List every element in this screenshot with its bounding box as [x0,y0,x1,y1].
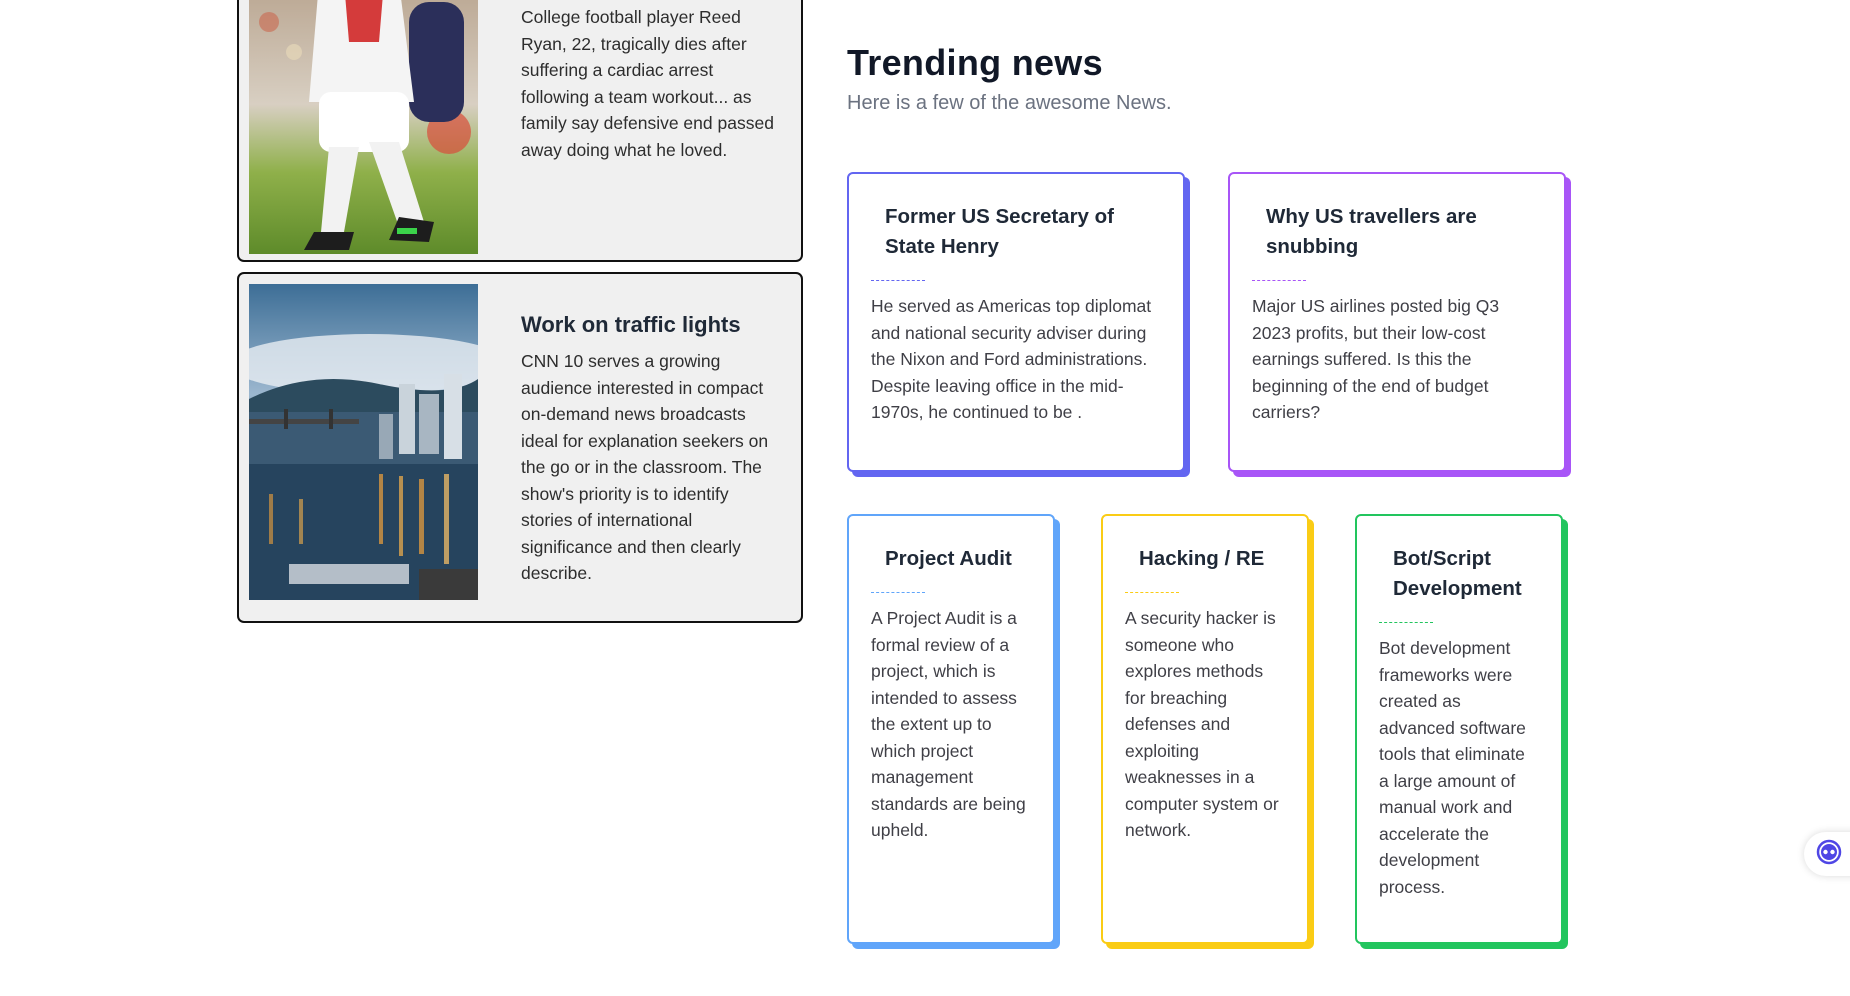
trending-card-title[interactable]: Project Audit [871,544,1031,574]
divider [1252,280,1306,281]
city-waterfront-photo[interactable] [249,284,478,600]
trending-card-title[interactable]: Hacking / RE [1125,544,1285,574]
trending-card[interactable]: Why US travellers are snubbing Major US … [1228,172,1566,472]
trending-card[interactable]: Hacking / RE A security hacker is someon… [1101,514,1309,944]
divider [1379,622,1433,623]
trending-card[interactable]: Former US Secretary of State Henry He se… [847,172,1185,472]
assistant-widget-button[interactable] [1804,832,1850,876]
trending-card[interactable]: Bot/Script Development Bot development f… [1355,514,1563,944]
trending-card-title[interactable]: Why US travellers are snubbing [1252,202,1542,262]
trending-card-body: A security hacker is someone who explore… [1125,608,1279,840]
football-player-photo[interactable] [249,0,478,254]
news-text: Work on traffic lights CNN 10 serves a g… [521,312,781,587]
divider [1125,592,1179,593]
news-card[interactable]: College football player Reed Ryan, 22, t… [237,0,803,262]
trending-card-title[interactable]: Former US Secretary of State Henry [871,202,1161,262]
trending-card-body: Major US airlines posted big Q3 2023 pro… [1252,296,1500,422]
trending-card-body: A Project Audit is a formal review of a … [871,608,1026,840]
page: College football player Reed Ryan, 22, t… [0,0,1850,996]
news-body: CNN 10 serves a growing audience interes… [521,351,769,583]
divider [871,280,925,281]
divider [871,592,925,593]
news-card[interactable]: Work on traffic lights CNN 10 serves a g… [237,272,803,623]
trending-card[interactable]: Project Audit A Project Audit is a forma… [847,514,1055,944]
trending-subtitle: Here is a few of the awesome News. [847,92,1172,114]
trending-card-body: Bot development frameworks were created … [1379,638,1526,897]
news-body: College football player Reed Ryan, 22, t… [521,7,774,160]
news-title[interactable]: Work on traffic lights [521,312,781,338]
assistant-icon [1816,839,1842,870]
trending-card-body: He served as Americas top diplomat and n… [871,296,1152,422]
news-text: College football player Reed Ryan, 22, t… [521,4,781,163]
trending-title: Trending news [847,42,1103,83]
trending-card-title[interactable]: Bot/Script Development [1379,544,1539,604]
